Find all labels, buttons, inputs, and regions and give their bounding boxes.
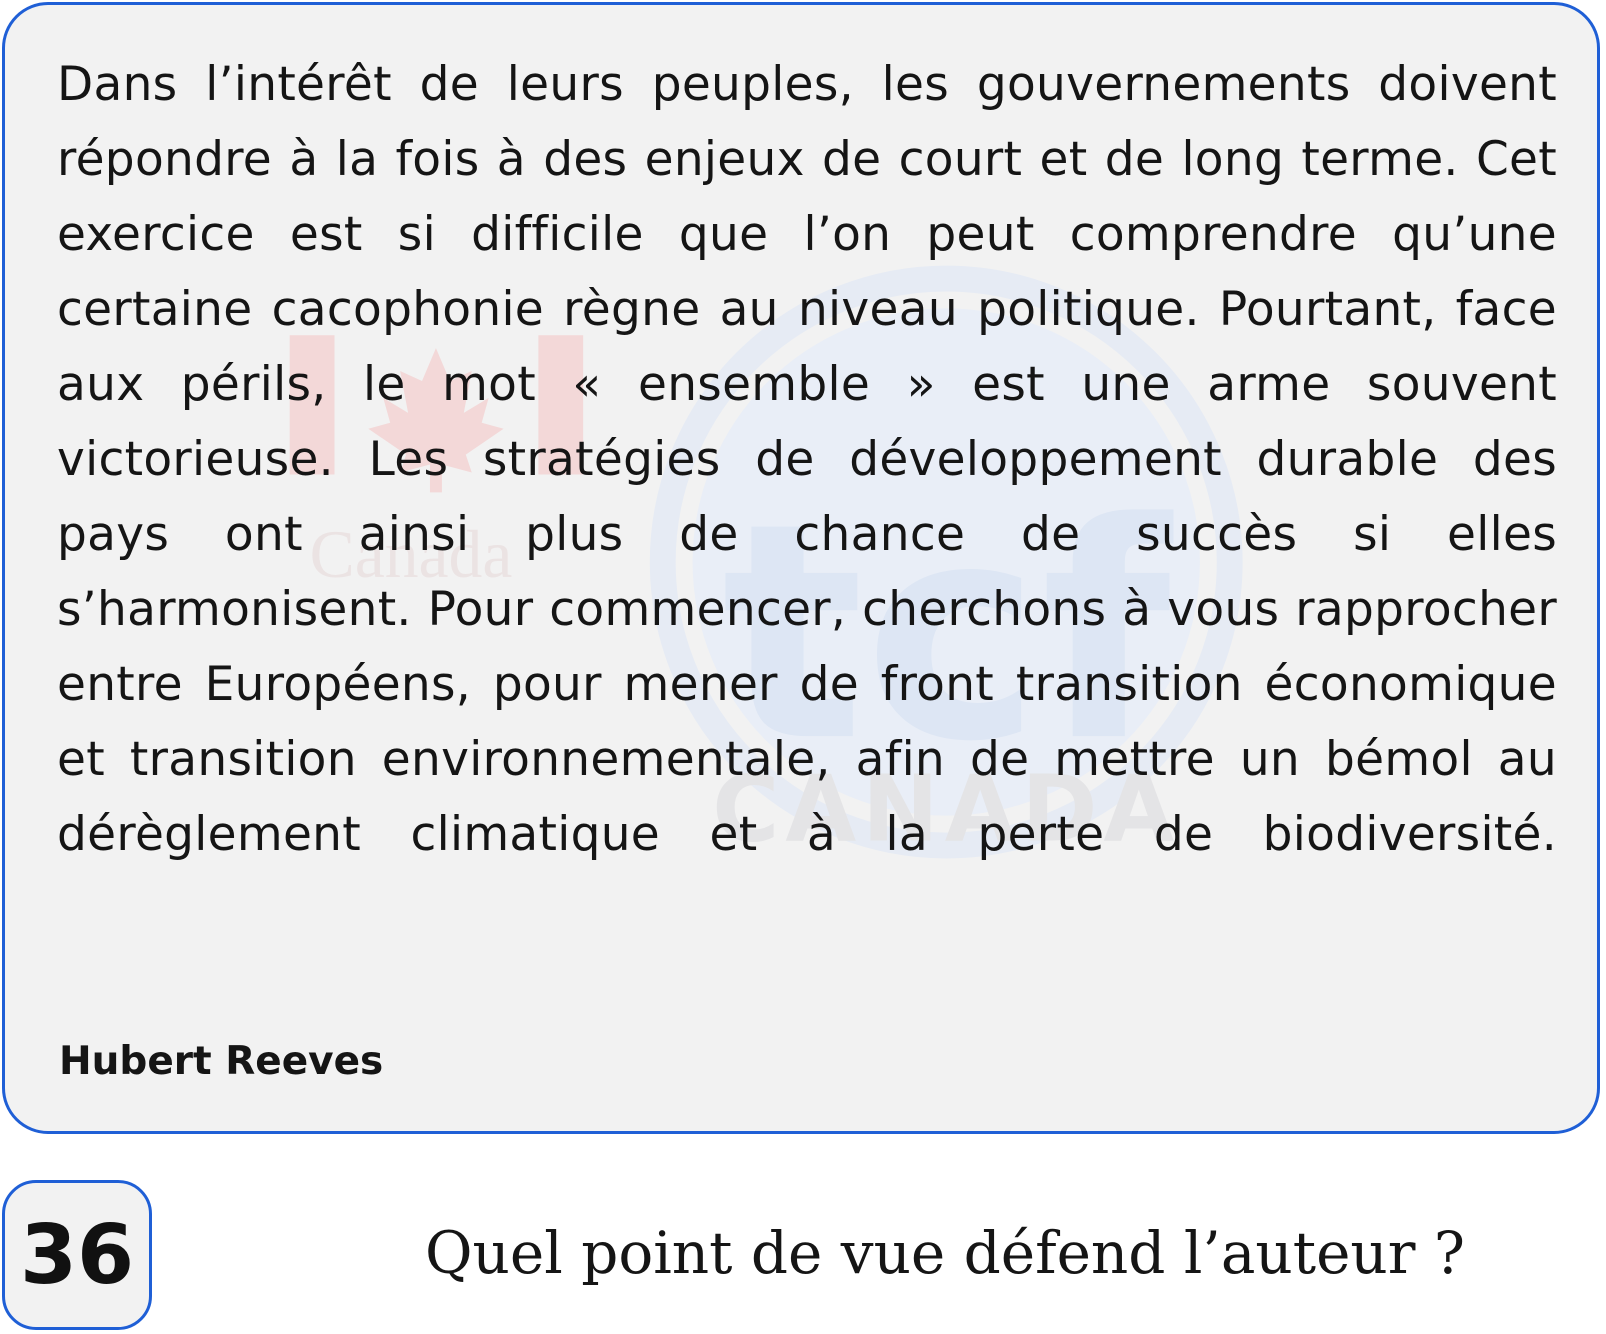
question-number-badge: 36 (2, 1180, 152, 1330)
passage-card: Canada tcf CANADA Dans l’intérêt de leur… (2, 2, 1600, 1134)
passage-text: Dans l’intérêt de leurs peuples, les gou… (57, 57, 1557, 862)
passage-author: Hubert Reeves (59, 1039, 384, 1084)
question-text: Quel point de vue défend l’auteur ? (425, 1219, 1466, 1287)
